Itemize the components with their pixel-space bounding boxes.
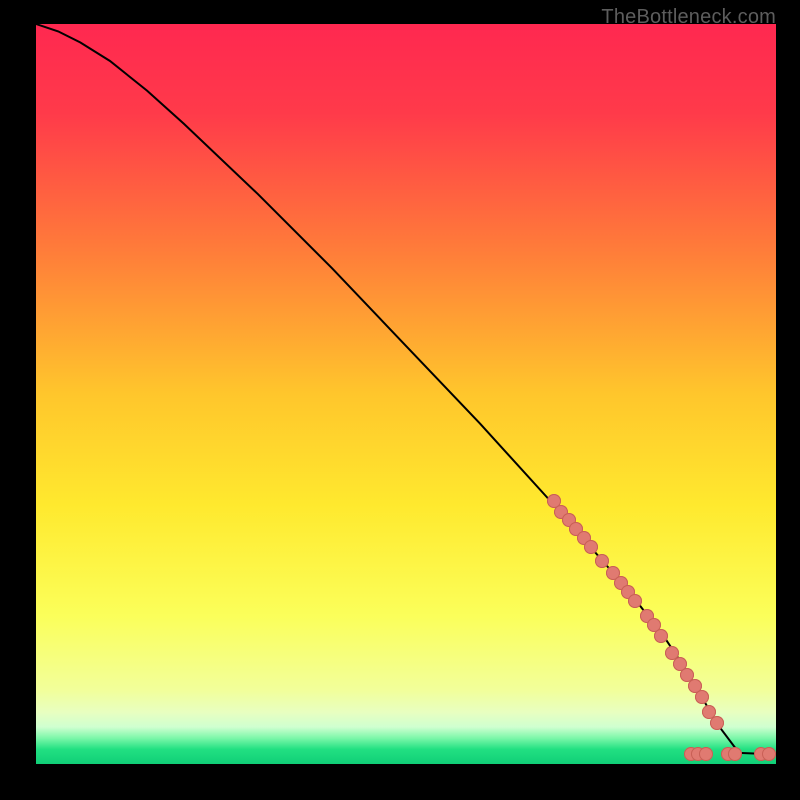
data-point	[654, 629, 668, 643]
data-point	[762, 747, 776, 761]
data-point	[728, 747, 742, 761]
data-point	[628, 594, 642, 608]
plot-area	[36, 24, 776, 764]
data-point	[695, 690, 709, 704]
data-point	[595, 554, 609, 568]
data-point	[699, 747, 713, 761]
chart-stage: TheBottleneck.com	[0, 0, 800, 800]
data-point	[710, 716, 724, 730]
data-point	[584, 540, 598, 554]
main-curve	[36, 24, 776, 754]
